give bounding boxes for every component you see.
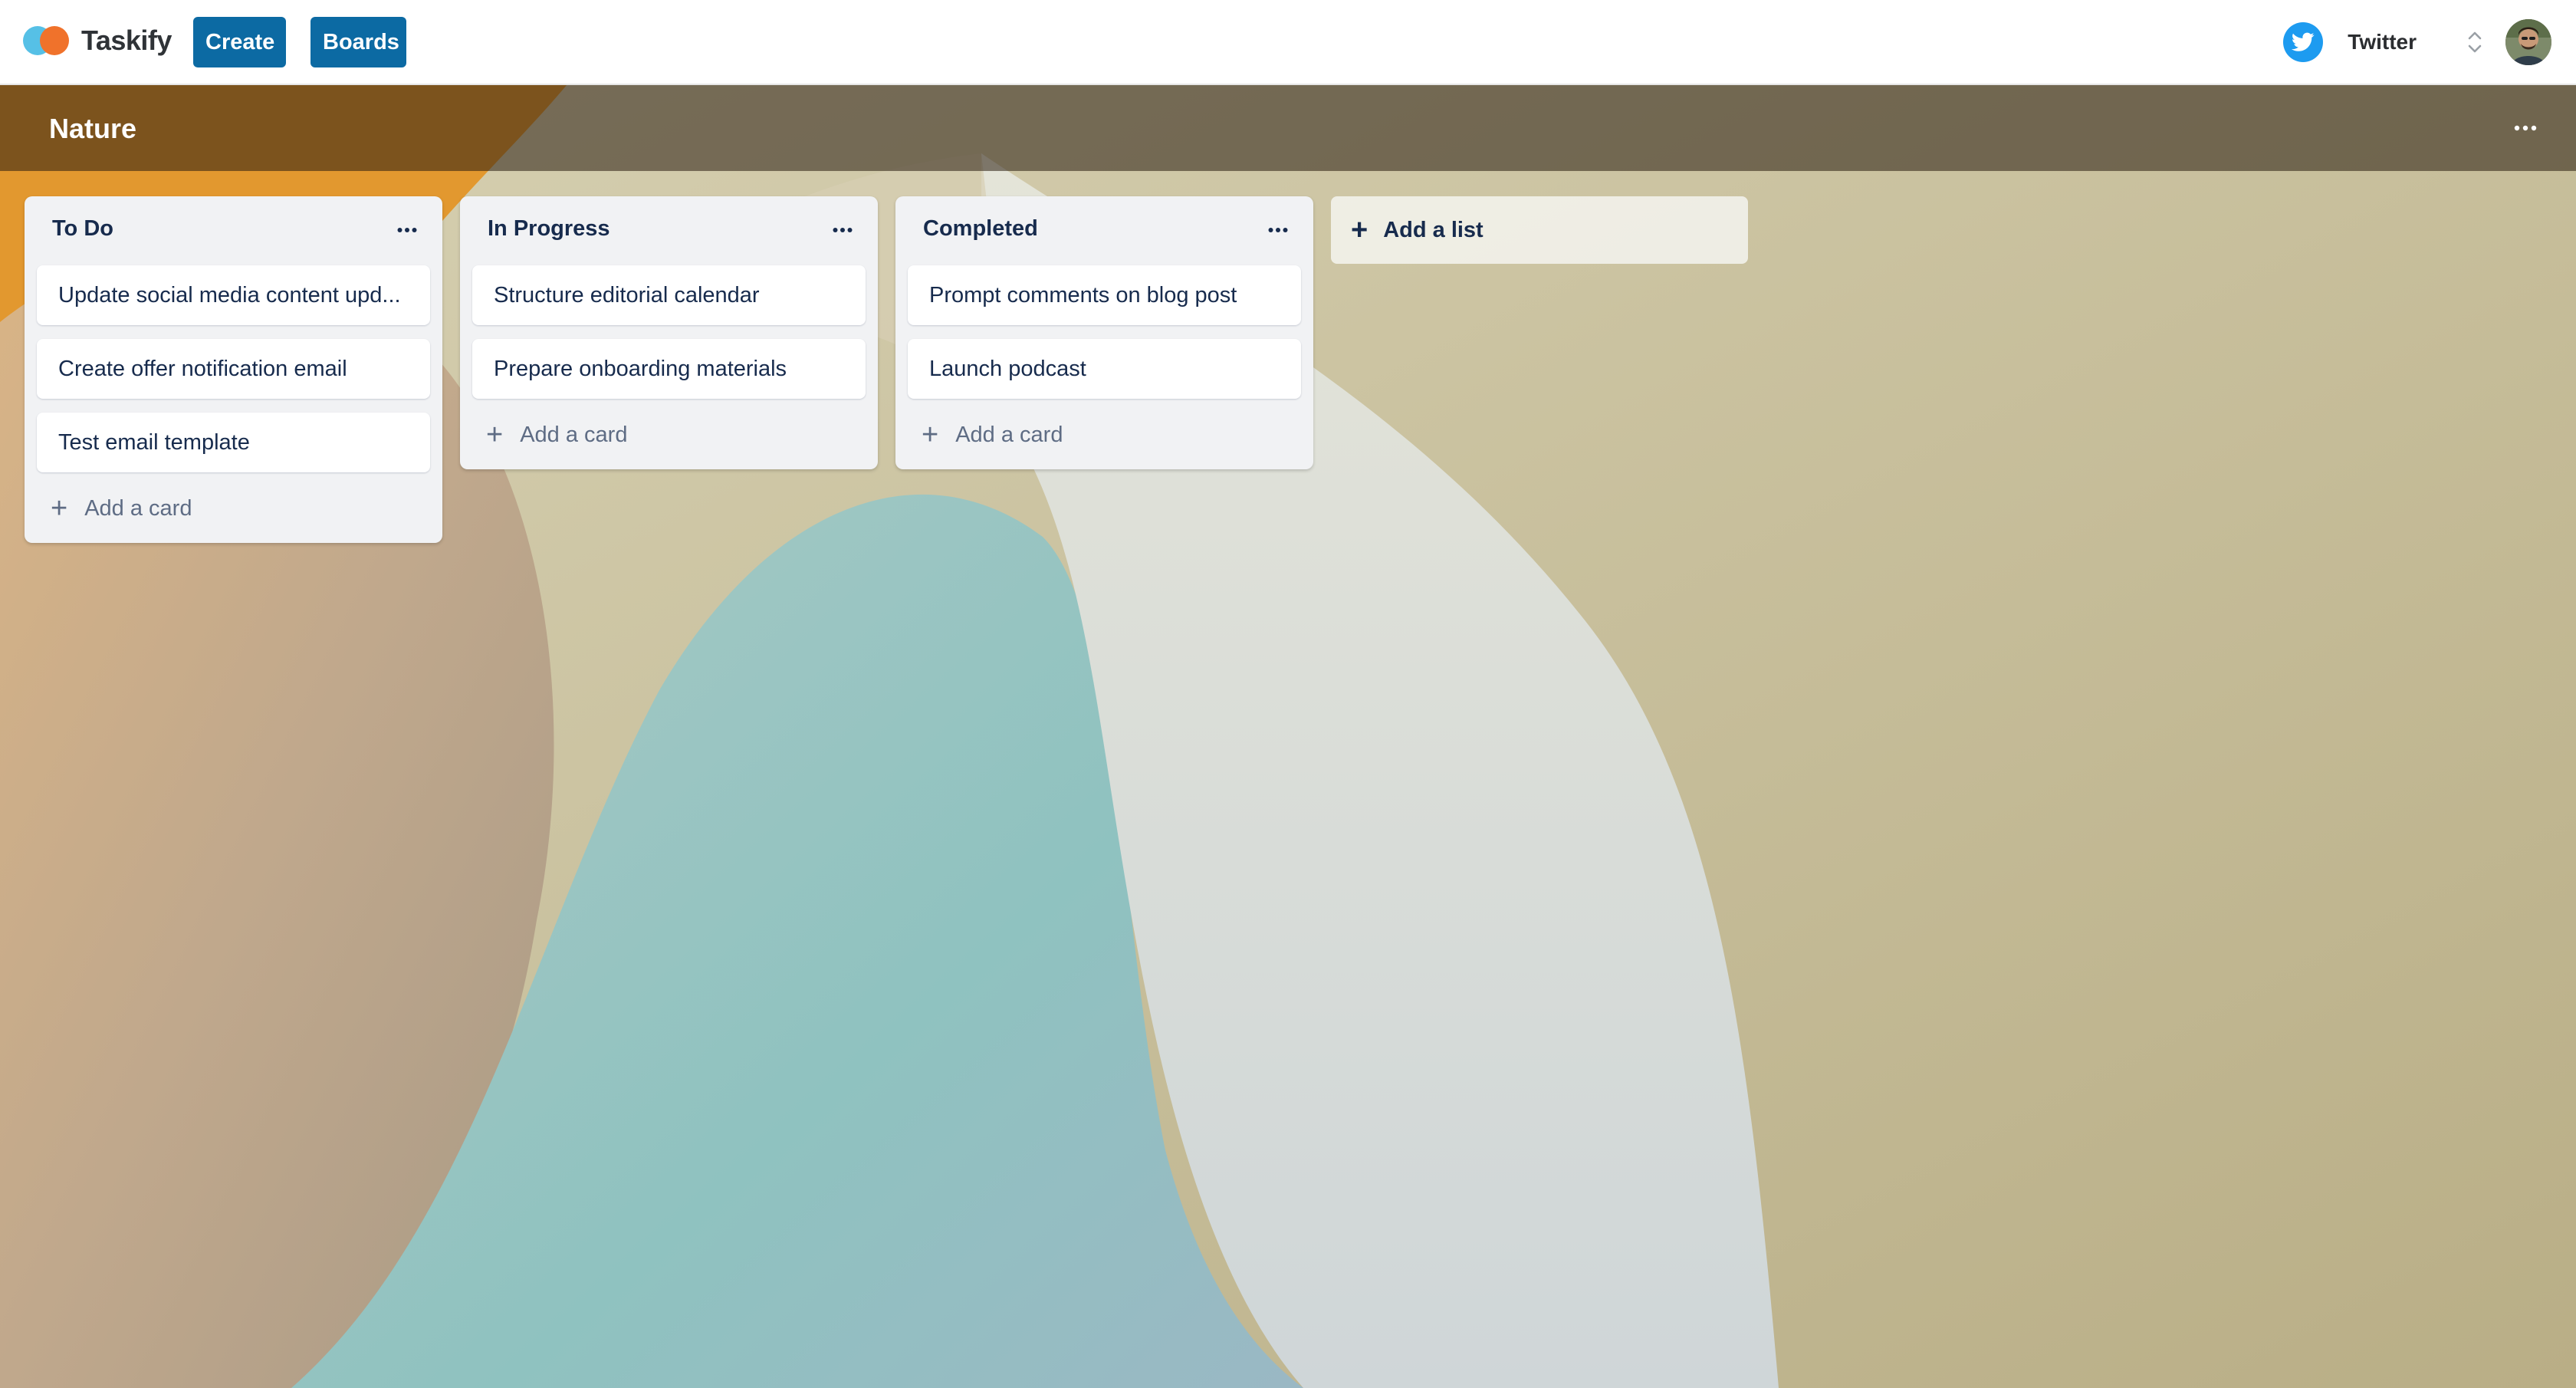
app-logo[interactable]: Taskify (23, 23, 172, 58)
add-list-button[interactable]: + Add a list (1331, 196, 1748, 264)
list-title[interactable]: Completed (923, 216, 1038, 242)
plus-icon: + (922, 419, 939, 451)
boards-button[interactable]: Boards (310, 17, 406, 67)
plus-icon: + (486, 419, 504, 451)
card[interactable]: Create offer notification email (37, 339, 430, 399)
plus-icon: + (51, 492, 68, 525)
card-title: Launch podcast (929, 356, 1086, 381)
list-completed: Completed Prompt comments on blog post L… (895, 196, 1313, 469)
add-card-label: Add a card (955, 422, 1063, 447)
card[interactable]: Prompt comments on blog post (908, 265, 1301, 325)
list-menu-button[interactable] (827, 215, 858, 245)
top-navigation-bar: Taskify Create Boards Twitter (0, 0, 2576, 85)
more-horizontal-icon (1268, 228, 1288, 232)
list-header: In Progress (460, 196, 878, 265)
add-card-button[interactable]: + Add a card (37, 482, 430, 535)
list-title[interactable]: To Do (52, 216, 113, 242)
card-title: Test email template (58, 429, 250, 455)
card[interactable]: Test email template (37, 413, 430, 472)
card[interactable]: Structure editorial calendar (472, 265, 866, 325)
card-title: Create offer notification email (58, 356, 347, 381)
app-name: Taskify (81, 25, 172, 56)
list-in-progress: In Progress Structure editorial calendar… (460, 196, 878, 469)
card-title: Prompt comments on blog post (929, 282, 1237, 308)
list-to-do: To Do Update social media content upd...… (25, 196, 442, 543)
card-title: Structure editorial calendar (494, 282, 760, 308)
list-title[interactable]: In Progress (488, 216, 610, 242)
more-horizontal-icon (397, 228, 417, 232)
more-horizontal-icon (833, 228, 853, 232)
add-card-button[interactable]: + Add a card (472, 408, 866, 462)
board-menu-button[interactable] (2509, 114, 2542, 142)
plus-icon: + (1351, 214, 1368, 246)
card[interactable]: Update social media content upd... (37, 265, 430, 325)
list-header: Completed (895, 196, 1313, 265)
more-horizontal-icon (2514, 125, 2537, 131)
list-header: To Do (25, 196, 442, 265)
add-card-label: Add a card (520, 422, 628, 447)
chevron-up-down-icon (2468, 31, 2482, 53)
card-title: Update social media content upd... (58, 282, 401, 308)
taskify-logo-icon (23, 23, 71, 58)
workspace-name: Twitter (2348, 30, 2417, 54)
board-header: Nature (0, 85, 2576, 171)
card-title: Prepare onboarding materials (494, 356, 787, 381)
add-card-button[interactable]: + Add a card (908, 408, 1301, 462)
user-avatar[interactable] (2505, 19, 2551, 65)
list-menu-button[interactable] (392, 215, 422, 245)
create-button[interactable]: Create (193, 17, 286, 67)
board-title[interactable]: Nature (49, 113, 136, 145)
card[interactable]: Launch podcast (908, 339, 1301, 399)
add-card-label: Add a card (84, 495, 192, 521)
card[interactable]: Prepare onboarding materials (472, 339, 866, 399)
add-list-label: Add a list (1383, 217, 1484, 242)
workspace-switcher[interactable]: Twitter (2283, 18, 2484, 66)
twitter-icon (2283, 22, 2324, 62)
list-menu-button[interactable] (1263, 215, 1293, 245)
